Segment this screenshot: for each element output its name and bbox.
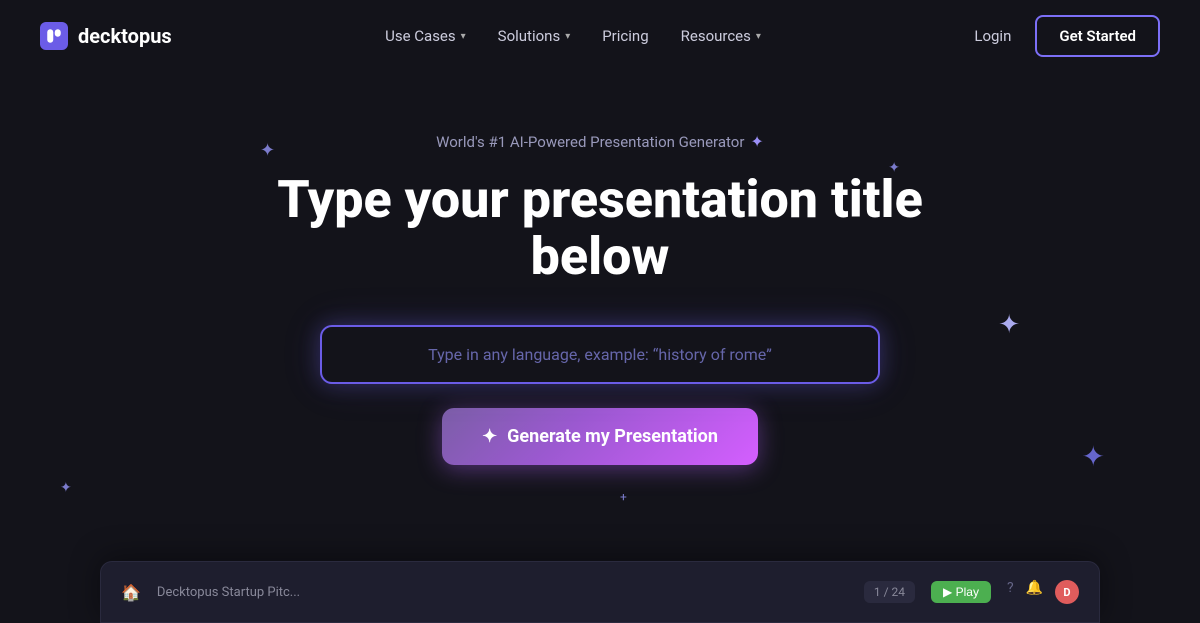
nav-solutions[interactable]: Solutions ▾ <box>498 27 571 45</box>
preview-play-button[interactable]: ▶ Play <box>931 581 991 603</box>
chevron-down-icon: ▾ <box>756 31 761 42</box>
generate-icon: ✦ <box>482 426 497 447</box>
login-button[interactable]: Login <box>974 27 1011 45</box>
sparkle-decoration-4: ✦ <box>60 480 72 496</box>
presentation-title-input[interactable] <box>320 325 880 384</box>
preview-icons: ? 🔔 D <box>1007 580 1079 604</box>
logo[interactable]: decktopus <box>40 22 172 50</box>
nav-use-cases[interactable]: Use Cases ▾ <box>385 27 466 45</box>
logo-icon <box>40 22 68 50</box>
generate-button-label: Generate my Presentation <box>507 426 718 447</box>
navigation: decktopus Use Cases ▾ Solutions ▾ Pricin… <box>0 0 1200 72</box>
search-box-wrapper <box>320 325 880 384</box>
presentation-preview: 🏠 Decktopus Startup Pitc... 1 / 24 ▶ Pla… <box>100 561 1100 623</box>
logo-text: decktopus <box>78 24 172 48</box>
nav-center: Use Cases ▾ Solutions ▾ Pricing Resource… <box>385 27 761 45</box>
user-avatar[interactable]: D <box>1055 580 1079 604</box>
hero-subtitle: World's #1 AI-Powered Presentation Gener… <box>436 132 764 151</box>
hero-title: Type your presentation title below <box>250 171 950 285</box>
preview-title: Decktopus Startup Pitc... <box>157 585 848 600</box>
home-icon: 🏠 <box>121 583 141 602</box>
sparkle-icon: ✦ <box>750 132 763 151</box>
help-icon: ? <box>1007 580 1014 604</box>
generate-presentation-button[interactable]: ✦ Generate my Presentation <box>442 408 758 465</box>
hero-section: World's #1 AI-Powered Presentation Gener… <box>0 72 1200 465</box>
nav-resources[interactable]: Resources ▾ <box>681 27 761 45</box>
chevron-down-icon: ▾ <box>461 31 466 42</box>
chevron-down-icon: ▾ <box>565 31 570 42</box>
bell-icon: 🔔 <box>1026 580 1043 604</box>
sparkle-decoration-5: + <box>620 490 627 504</box>
nav-right: Login Get Started <box>974 15 1160 57</box>
preview-progress: 1 / 24 <box>864 581 915 603</box>
nav-pricing[interactable]: Pricing <box>602 27 648 45</box>
get-started-button[interactable]: Get Started <box>1035 15 1160 57</box>
